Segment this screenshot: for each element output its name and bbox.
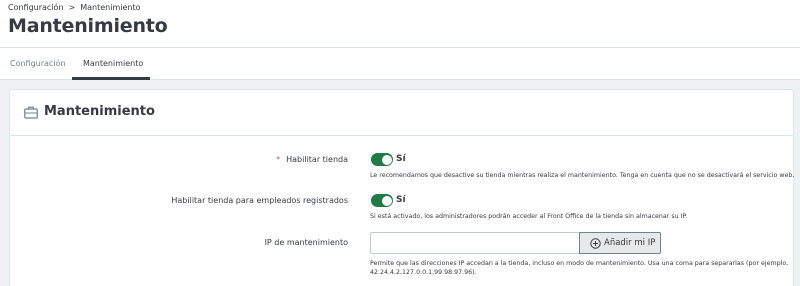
maintenance-ip-help: Permite que las direcciones IP accedan a… bbox=[370, 259, 788, 277]
maintenance-ip-input[interactable] bbox=[370, 232, 580, 254]
briefcase-icon bbox=[24, 106, 38, 119]
enable-shop-label-text: Habilitar tienda bbox=[286, 155, 348, 164]
card-header: Mantenimiento bbox=[10, 90, 793, 136]
tab-mantenimiento[interactable]: Mantenimiento bbox=[72, 48, 150, 80]
enable-shop-help: Le recomendamos que desactive su tienda … bbox=[370, 172, 795, 179]
add-my-ip-button[interactable]: Añadir mi IP bbox=[579, 232, 661, 254]
breadcrumb-parent-link[interactable]: Configuración bbox=[8, 3, 64, 12]
maintenance-ip-help-line1: Permite que las direcciones IP accedan a… bbox=[370, 260, 789, 267]
enable-shop-employees-help: Si está activado, los administradores po… bbox=[370, 213, 688, 220]
enable-shop-employees-label: Habilitar tienda para empleados registra… bbox=[171, 196, 348, 205]
tab-configuracion[interactable]: Configuración bbox=[10, 48, 66, 80]
toggle-knob bbox=[381, 195, 392, 206]
breadcrumb: Configuración > Mantenimiento bbox=[8, 3, 140, 12]
maintenance-card: Mantenimiento bbox=[9, 89, 794, 286]
maintenance-ip-help-line2: 42.24.4.2,127.0.0.1,99.98.97.96). bbox=[370, 269, 477, 276]
required-marker: * bbox=[276, 155, 281, 164]
maintenance-ip-label: IP de mantenimiento bbox=[264, 238, 348, 247]
plus-circle-icon bbox=[590, 238, 601, 249]
breadcrumb-separator: > bbox=[68, 3, 76, 12]
enable-shop-employees-toggle[interactable] bbox=[371, 194, 393, 207]
add-my-ip-button-label: Añadir mi IP bbox=[604, 238, 656, 248]
page-title: Mantenimiento bbox=[8, 15, 168, 37]
page-header: Configuración > Mantenimiento Mantenimient… bbox=[0, 0, 800, 80]
toggle-knob bbox=[381, 154, 392, 165]
enable-shop-label: * Habilitar tienda bbox=[276, 155, 348, 164]
enable-shop-employees-toggle-label: Sí bbox=[396, 195, 406, 205]
enable-shop-toggle[interactable] bbox=[371, 153, 393, 166]
enable-shop-toggle-label: Sí bbox=[396, 154, 406, 164]
card-title: Mantenimiento bbox=[44, 104, 155, 119]
breadcrumb-current: Mantenimiento bbox=[80, 3, 141, 12]
